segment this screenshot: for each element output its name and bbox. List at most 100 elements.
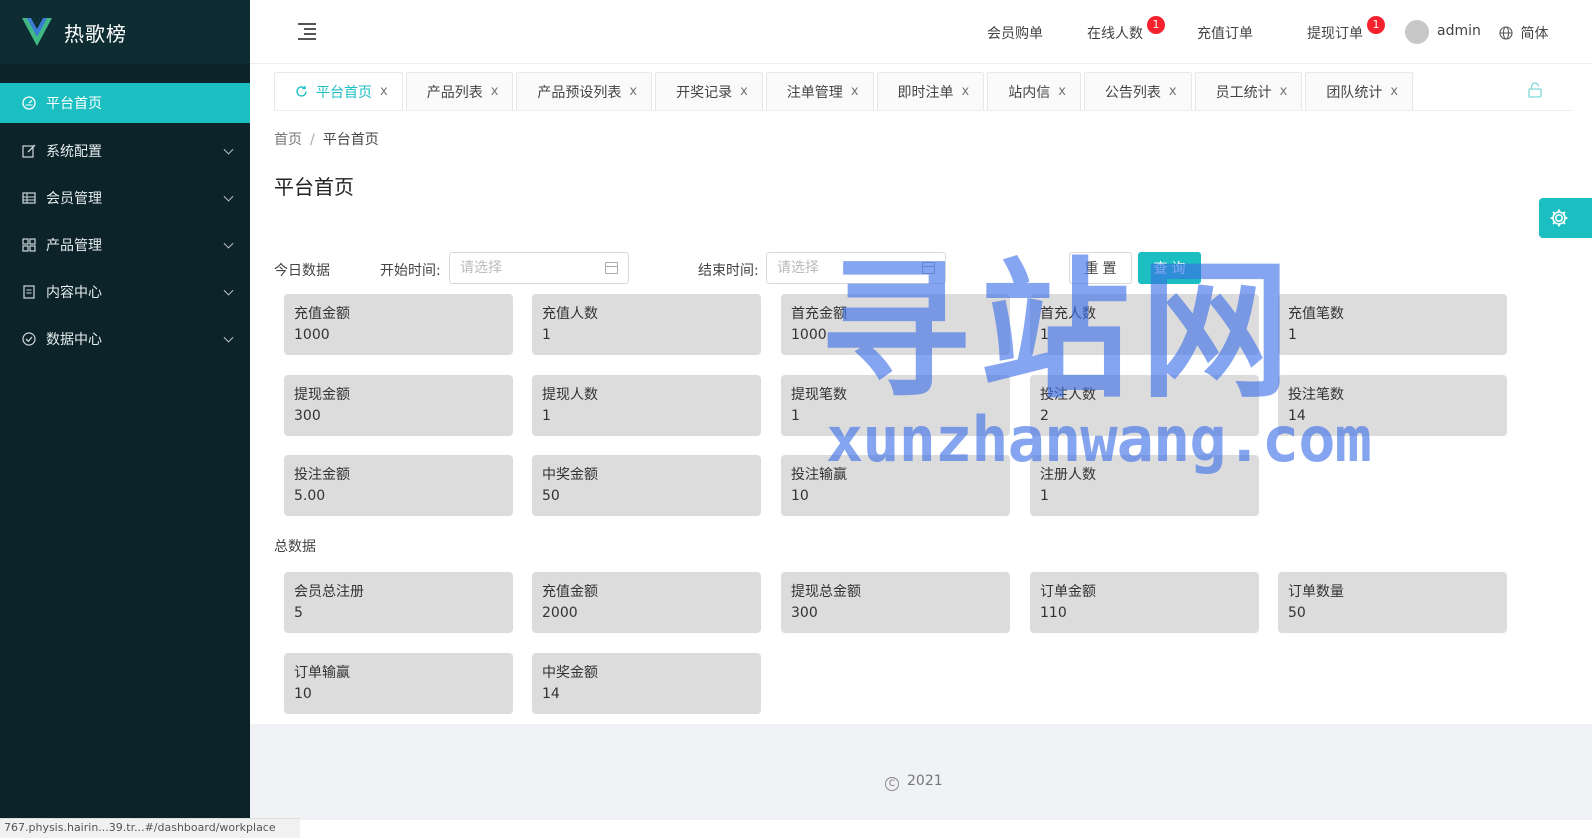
stat-card: 充值人数 1: [532, 294, 761, 355]
end-time-picker[interactable]: [766, 252, 946, 284]
sidebar-item-data-center[interactable]: 数据中心: [0, 315, 250, 362]
withdraw-orders-badge: 1: [1367, 16, 1385, 34]
stat-label: 投注金额: [294, 467, 350, 483]
tab-product-preset-list[interactable]: 产品预设列表 x: [516, 72, 653, 110]
nav-member-orders[interactable]: 会员购单: [987, 23, 1043, 43]
sidebar-item-product-management[interactable]: 产品管理: [0, 221, 250, 268]
close-icon[interactable]: x: [962, 84, 970, 99]
user-name[interactable]: admin: [1437, 23, 1481, 39]
stat-value: 10: [791, 488, 809, 504]
stat-value: 1: [542, 408, 551, 424]
sidebar-item-system-config[interactable]: 系统配置: [0, 127, 250, 174]
breadcrumb-home[interactable]: 首页: [274, 132, 302, 148]
stat-label: 提现笔数: [791, 387, 847, 403]
start-time-label: 开始时间:: [380, 263, 441, 279]
tab-label: 产品列表: [426, 84, 483, 101]
close-icon[interactable]: x: [740, 84, 748, 99]
stat-label: 首充金额: [791, 306, 847, 322]
sidebar-item-member-management[interactable]: 会员管理: [0, 174, 250, 221]
start-time-input[interactable]: [450, 253, 628, 283]
sidebar-item-dashboard[interactable]: 平台首页: [0, 83, 250, 123]
tab-product-list[interactable]: 产品列表 x: [405, 72, 514, 110]
page-title: 平台首页: [274, 175, 354, 199]
tab-instant-bets[interactable]: 即时注单 x: [876, 72, 985, 110]
tab-site-messages[interactable]: 站内信 x: [987, 72, 1081, 110]
tab-dashboard[interactable]: 平台首页 x: [274, 72, 403, 110]
avatar[interactable]: [1405, 20, 1429, 44]
tab-staff-stats[interactable]: 员工统计 x: [1194, 72, 1303, 110]
stat-value: 1: [1040, 327, 1049, 343]
reset-button[interactable]: 重置: [1069, 252, 1132, 284]
stat-card: 投注输赢 10: [781, 455, 1010, 516]
close-icon[interactable]: x: [380, 84, 388, 99]
stat-label: 提现人数: [542, 387, 598, 403]
nav-withdraw-orders[interactable]: 提现订单 1: [1307, 16, 1385, 43]
stat-value: 1: [542, 327, 551, 343]
stat-label: 提现总金额: [791, 584, 861, 600]
close-icon[interactable]: x: [629, 84, 637, 99]
stat-label: 首充人数: [1040, 306, 1096, 322]
close-icon[interactable]: x: [1280, 84, 1288, 99]
stat-card: 充值笔数 1: [1278, 294, 1507, 355]
stat-value: 2000: [542, 605, 578, 621]
tab-label: 平台首页: [316, 84, 372, 101]
stat-label: 注册人数: [1040, 467, 1096, 483]
copyright: C 2021: [885, 773, 943, 791]
close-icon[interactable]: x: [851, 84, 859, 99]
sidebar-item-label: 产品管理: [46, 237, 102, 254]
stat-value: 14: [1288, 408, 1306, 424]
end-time-input[interactable]: [767, 253, 945, 283]
sidebar-item-label: 内容中心: [46, 284, 102, 301]
nav-online-users[interactable]: 在线人数 1: [1087, 16, 1165, 43]
close-icon[interactable]: x: [1169, 84, 1177, 99]
page-tabs: 平台首页 x 产品列表 x 产品预设列表 x 开奖记录 x 注单管理 x 即时注单 x 站…: [274, 72, 1416, 110]
sidebar-item-content-center[interactable]: 内容中心: [0, 268, 250, 315]
tab-draw-records[interactable]: 开奖记录 x: [655, 72, 763, 110]
settings-button[interactable]: [1539, 198, 1592, 238]
query-button[interactable]: 查询: [1138, 252, 1201, 284]
stat-value: 300: [294, 408, 321, 424]
footer: [250, 724, 1592, 820]
tab-label: 团队统计: [1326, 84, 1383, 101]
sidebar-item-label: 数据中心: [46, 331, 102, 348]
stat-label: 中奖金额: [542, 665, 598, 681]
tab-team-stats[interactable]: 团队统计 x: [1305, 72, 1414, 110]
close-icon[interactable]: x: [491, 84, 499, 99]
start-time-picker[interactable]: [449, 252, 629, 284]
stat-card: 投注笔数 14: [1278, 375, 1507, 436]
logo[interactable]: 热歌榜: [0, 0, 250, 64]
tab-announcements[interactable]: 公告列表 x: [1083, 72, 1192, 110]
logo-v-icon: [22, 18, 52, 46]
nav-recharge-orders[interactable]: 充值订单: [1197, 23, 1253, 43]
stat-value: 1000: [791, 327, 827, 343]
stat-card: 提现人数 1: [532, 375, 761, 436]
tab-label: 即时注单: [897, 84, 954, 101]
stat-card: 首充人数 1: [1030, 294, 1259, 355]
chevron-down-icon: [223, 285, 234, 296]
stat-card: 充值金额 1000: [284, 294, 513, 355]
stat-card: 订单输赢 10: [284, 653, 513, 714]
language-switcher[interactable]: 简体: [1499, 23, 1548, 43]
online-users-badge: 1: [1147, 16, 1165, 34]
stat-card: 提现金额 300: [284, 375, 513, 436]
stat-card: 充值金额 2000: [532, 572, 761, 633]
stat-card: 注册人数 1: [1030, 455, 1259, 516]
copyright-icon: C: [885, 777, 899, 791]
stat-card: 提现总金额 300: [781, 572, 1010, 633]
stat-card: 投注人数 2: [1030, 375, 1259, 436]
lock-icon[interactable]: [1528, 82, 1542, 98]
stat-value: 1: [791, 408, 800, 424]
stat-label: 会员总注册: [294, 584, 364, 600]
stat-value: 1000: [294, 327, 330, 343]
stat-label: 投注人数: [1040, 387, 1096, 403]
close-icon[interactable]: x: [1058, 84, 1066, 99]
close-icon[interactable]: x: [1390, 84, 1398, 99]
chevron-down-icon: [223, 332, 234, 343]
stat-label: 提现金额: [294, 387, 350, 403]
menu-collapse-icon[interactable]: [298, 22, 318, 40]
stat-label: 充值金额: [542, 584, 598, 600]
tab-bet-management[interactable]: 注单管理 x: [765, 72, 874, 110]
stat-card: 中奖金额 50: [532, 455, 761, 516]
calendar-icon: [922, 262, 935, 274]
stat-value: 10: [294, 686, 312, 702]
